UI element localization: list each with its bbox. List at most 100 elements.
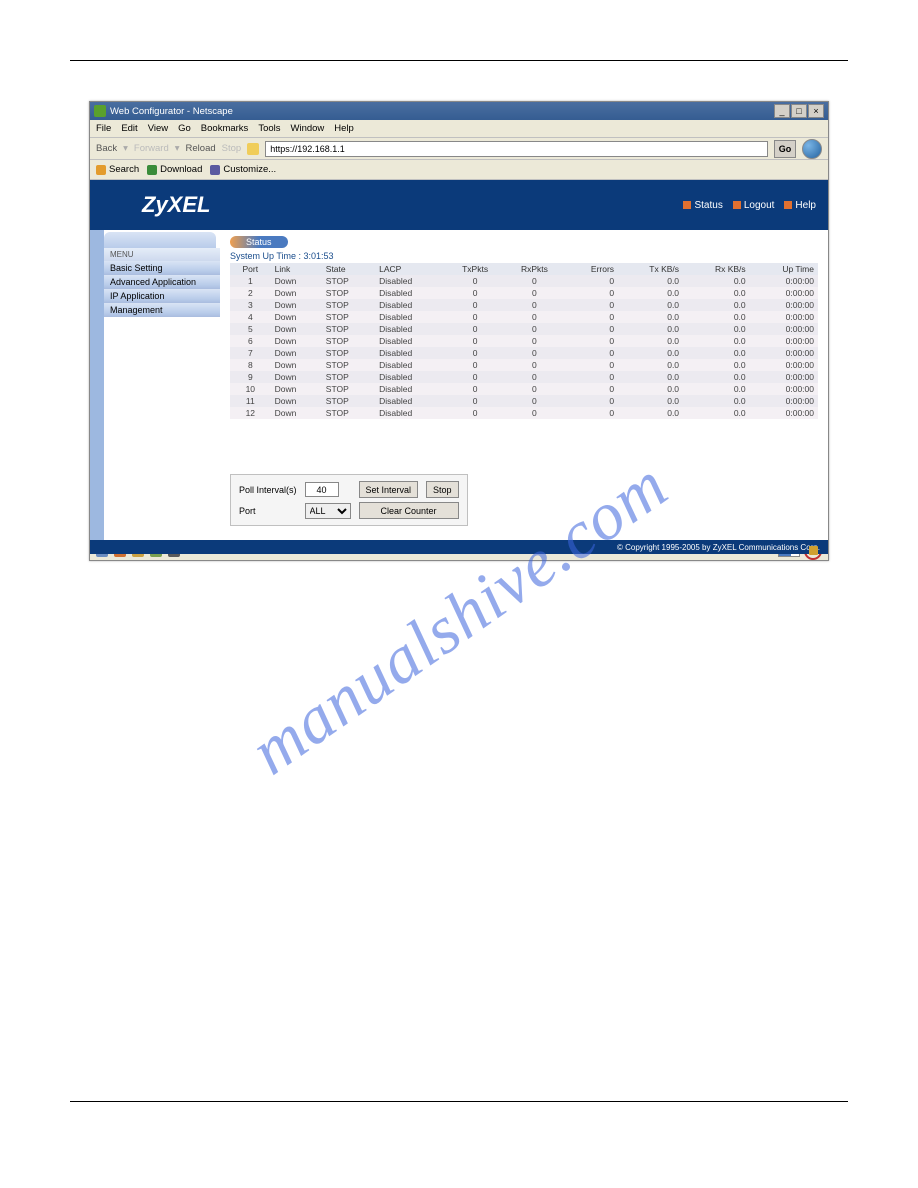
cell: Disabled [375, 323, 446, 335]
menu-tools[interactable]: Tools [258, 123, 280, 134]
stop-poll-button[interactable]: Stop [426, 481, 459, 498]
cell: 0:00:00 [750, 287, 818, 299]
poll-interval-input[interactable] [305, 482, 339, 497]
maximize-button[interactable]: □ [791, 104, 807, 118]
port-select[interactable]: ALL [305, 503, 351, 519]
cell: Disabled [375, 371, 446, 383]
set-interval-button[interactable]: Set Interval [359, 481, 419, 498]
col-header: LACP [375, 263, 446, 275]
reload-button[interactable]: Reload [186, 143, 216, 154]
cell: 0:00:00 [750, 323, 818, 335]
cell: STOP [322, 383, 375, 395]
col-header: State [322, 263, 375, 275]
col-header: TxPkts [446, 263, 505, 275]
go-button[interactable]: Go [774, 140, 796, 158]
page-content: ZyXEL Status Logout Help MENU Basic Sett… [90, 180, 828, 540]
table-row[interactable]: 8DownSTOPDisabled0000.00.00:00:00 [230, 359, 818, 371]
netscape-throbber-icon [802, 139, 822, 159]
search-icon [96, 165, 106, 175]
cell: 0 [564, 287, 618, 299]
back-button[interactable]: Back [96, 143, 117, 154]
cell: 0.0 [683, 275, 750, 287]
forward-button[interactable]: Forward [134, 143, 169, 154]
cell: Disabled [375, 395, 446, 407]
search-link[interactable]: Search [96, 164, 139, 175]
sidebar-item-management[interactable]: Management [104, 303, 220, 317]
cell: 0 [564, 383, 618, 395]
cell: Disabled [375, 287, 446, 299]
col-header: Port [230, 263, 271, 275]
download-icon [147, 165, 157, 175]
cell: 0.0 [683, 287, 750, 299]
menu-edit[interactable]: Edit [121, 123, 137, 134]
menu-window[interactable]: Window [291, 123, 325, 134]
cell: 0.0 [618, 287, 683, 299]
menu-file[interactable]: File [96, 123, 111, 134]
menu-help[interactable]: Help [334, 123, 354, 134]
minimize-button[interactable]: _ [774, 104, 790, 118]
cell: Down [271, 395, 322, 407]
clear-counter-button[interactable]: Clear Counter [359, 502, 459, 519]
col-header: Rx KB/s [683, 263, 750, 275]
help-link[interactable]: Help [784, 200, 816, 211]
browser-window: Web Configurator - Netscape _ □ × File E… [89, 101, 829, 561]
cell: 10 [230, 383, 271, 395]
stop-button[interactable]: Stop [222, 143, 242, 154]
table-row[interactable]: 3DownSTOPDisabled0000.00.00:00:00 [230, 299, 818, 311]
sidebar-item-basic-setting[interactable]: Basic Setting [104, 261, 220, 275]
table-row[interactable]: 11DownSTOPDisabled0000.00.00:00:00 [230, 395, 818, 407]
close-button[interactable]: × [808, 104, 824, 118]
download-link[interactable]: Download [147, 164, 202, 175]
cell: 0 [564, 299, 618, 311]
menu-bar: File Edit View Go Bookmarks Tools Window… [90, 120, 828, 138]
cell: Disabled [375, 347, 446, 359]
table-row[interactable]: 6DownSTOPDisabled0000.00.00:00:00 [230, 335, 818, 347]
cell: Down [271, 287, 322, 299]
cell: 0:00:00 [750, 299, 818, 311]
table-row[interactable]: 10DownSTOPDisabled0000.00.00:00:00 [230, 383, 818, 395]
col-header: Errors [564, 263, 618, 275]
table-row[interactable]: 7DownSTOPDisabled0000.00.00:00:00 [230, 347, 818, 359]
cell: STOP [322, 371, 375, 383]
table-row[interactable]: 4DownSTOPDisabled0000.00.00:00:00 [230, 311, 818, 323]
cell: Disabled [375, 299, 446, 311]
customize-link[interactable]: Customize... [210, 164, 276, 175]
logout-link[interactable]: Logout [733, 200, 775, 211]
sidebar-item-ip-application[interactable]: IP Application [104, 289, 220, 303]
cell: 0.0 [618, 395, 683, 407]
poll-controls: Poll Interval(s) Set Interval Stop Port … [230, 474, 468, 526]
cell: 0 [446, 395, 505, 407]
cell: 0:00:00 [750, 335, 818, 347]
nav-toolbar: Back ▾ Forward ▾ Reload Stop https://192… [90, 138, 828, 160]
menu-view[interactable]: View [148, 123, 168, 134]
netscape-icon [94, 105, 106, 117]
menu-bookmarks[interactable]: Bookmarks [201, 123, 249, 134]
square-icon [733, 201, 741, 209]
sidebar-item-advanced-application[interactable]: Advanced Application [104, 275, 220, 289]
cell: 3 [230, 299, 271, 311]
table-row[interactable]: 9DownSTOPDisabled0000.00.00:00:00 [230, 371, 818, 383]
poll-interval-label: Poll Interval(s) [239, 485, 297, 495]
cell: 9 [230, 371, 271, 383]
menu-go[interactable]: Go [178, 123, 191, 134]
table-row[interactable]: 12DownSTOPDisabled0000.00.00:00:00 [230, 407, 818, 419]
table-row[interactable]: 5DownSTOPDisabled0000.00.00:00:00 [230, 323, 818, 335]
cell: 0.0 [683, 359, 750, 371]
cell: 0.0 [683, 383, 750, 395]
cell: 0 [504, 347, 564, 359]
table-row[interactable]: 1DownSTOPDisabled0000.00.00:00:00 [230, 275, 818, 287]
status-link[interactable]: Status [683, 200, 722, 211]
cell: 0.0 [683, 395, 750, 407]
cell: 0.0 [683, 323, 750, 335]
cell: 0:00:00 [750, 359, 818, 371]
cell: 2 [230, 287, 271, 299]
cell: 0 [564, 323, 618, 335]
status-pill: Status [230, 236, 288, 248]
cell: 0 [504, 371, 564, 383]
cell: 4 [230, 311, 271, 323]
address-input[interactable]: https://192.168.1.1 [265, 141, 768, 157]
table-row[interactable]: 2DownSTOPDisabled0000.00.00:00:00 [230, 287, 818, 299]
page-bottom-rule [70, 1101, 848, 1102]
cell: 0 [564, 347, 618, 359]
cell: 7 [230, 347, 271, 359]
